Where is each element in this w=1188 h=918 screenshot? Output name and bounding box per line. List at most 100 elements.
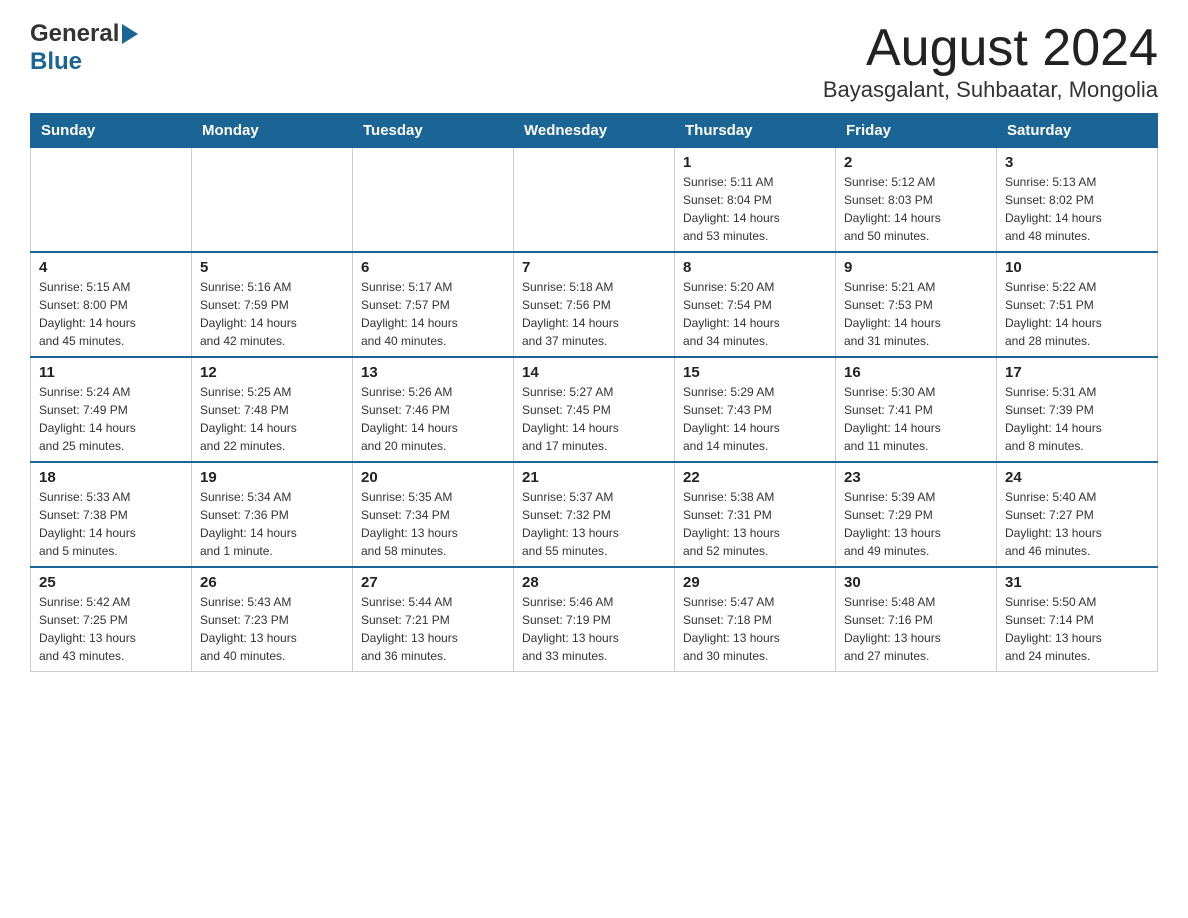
calendar-day-cell: 16 Sunrise: 5:30 AMSunset: 7:41 PMDayligh…	[836, 357, 997, 462]
weekday-header-thursday: Thursday	[675, 114, 836, 148]
day-number: 13	[361, 364, 505, 381]
calendar-day-cell: 1Sunrise: 5:11 AMSunset: 8:04 PMDaylight…	[675, 148, 836, 253]
calendar-day-cell	[353, 148, 514, 253]
weekday-header-tuesday: Tuesday	[353, 114, 514, 148]
day-number: 12	[200, 364, 344, 381]
calendar-day-cell: 30Sunrise: 5:48 AMSunset: 7:16 PMDayligh…	[836, 567, 997, 672]
calendar-day-cell	[31, 148, 192, 253]
day-number: 7	[522, 259, 666, 276]
title-area: August 2024 Bayasgalant, Suhbaatar, Mong…	[823, 20, 1158, 103]
calendar-table: SundayMondayTuesdayWednesdayThursdayFrid…	[30, 113, 1158, 672]
calendar-day-cell	[192, 148, 353, 253]
day-number: 8	[683, 259, 827, 276]
calendar-day-cell: 28 Sunrise: 5:46 AMSunset: 7:19 PMDayligh…	[514, 567, 675, 672]
day-number: 14	[522, 364, 666, 381]
day-number: 29	[683, 574, 827, 591]
day-info: Sunrise: 5:35 AMSunset: 7:34 PMDaylight:…	[361, 488, 505, 560]
day-info: Sunrise: 5:30 AMSunset: 7:41 PMDaylight:…	[844, 383, 988, 455]
calendar-day-cell: 2Sunrise: 5:12 AMSunset: 8:03 PMDaylight…	[836, 148, 997, 253]
calendar-day-cell: 23 Sunrise: 5:39 AMSunset: 7:29 PMDayligh…	[836, 462, 997, 567]
day-info: Sunrise: 5:48 AMSunset: 7:16 PMDaylight:…	[844, 593, 988, 665]
calendar-day-cell: 10Sunrise: 5:22 AMSunset: 7:51 PMDayligh…	[997, 252, 1158, 357]
header: General Blue August 2024 Bayasgalant, Su…	[30, 20, 1158, 103]
day-number: 26	[200, 574, 344, 591]
month-title: August 2024	[823, 20, 1158, 77]
calendar-day-cell: 25 Sunrise: 5:42 AMSunset: 7:25 PMDayligh…	[31, 567, 192, 672]
day-info: Sunrise: 5:21 AMSunset: 7:53 PMDaylight:…	[844, 278, 988, 350]
day-info: Sunrise: 5:47 AMSunset: 7:18 PMDaylight:…	[683, 593, 827, 665]
day-number: 16	[844, 364, 988, 381]
day-info: Sunrise: 5:22 AMSunset: 7:51 PMDaylight:…	[1005, 278, 1149, 350]
calendar-day-cell: 6Sunrise: 5:17 AMSunset: 7:57 PMDaylight…	[353, 252, 514, 357]
calendar-day-cell: 13Sunrise: 5:26 AMSunset: 7:46 PMDayligh…	[353, 357, 514, 462]
calendar-day-cell: 27 Sunrise: 5:44 AMSunset: 7:21 PMDayligh…	[353, 567, 514, 672]
day-info: Sunrise: 5:37 AMSunset: 7:32 PMDaylight:…	[522, 488, 666, 560]
logo-blue-text: Blue	[30, 48, 82, 76]
calendar-day-cell: 19 Sunrise: 5:34 AMSunset: 7:36 PMDayligh…	[192, 462, 353, 567]
day-number: 24	[1005, 469, 1149, 486]
calendar-week-row: 11 Sunrise: 5:24 AMSunset: 7:49 PMDayligh…	[31, 357, 1158, 462]
day-info: Sunrise: 5:18 AMSunset: 7:56 PMDaylight:…	[522, 278, 666, 350]
day-number: 2	[844, 154, 988, 171]
calendar-day-cell: 14 Sunrise: 5:27 AMSunset: 7:45 PMDayligh…	[514, 357, 675, 462]
day-number: 18	[39, 469, 183, 486]
day-number: 20	[361, 469, 505, 486]
day-number: 22	[683, 469, 827, 486]
logo-arrow-icon	[122, 24, 138, 44]
day-info: Sunrise: 5:16 AMSunset: 7:59 PMDaylight:…	[200, 278, 344, 350]
calendar-day-cell: 21 Sunrise: 5:37 AMSunset: 7:32 PMDayligh…	[514, 462, 675, 567]
day-number: 19	[200, 469, 344, 486]
calendar-day-cell: 11 Sunrise: 5:24 AMSunset: 7:49 PMDayligh…	[31, 357, 192, 462]
location-title: Bayasgalant, Suhbaatar, Mongolia	[823, 77, 1158, 103]
calendar-day-cell: 12 Sunrise: 5:25 AMSunset: 7:48 PMDayligh…	[192, 357, 353, 462]
calendar-day-cell: 31 Sunrise: 5:50 AMSunset: 7:14 PMDayligh…	[997, 567, 1158, 672]
calendar-day-cell: 29 Sunrise: 5:47 AMSunset: 7:18 PMDayligh…	[675, 567, 836, 672]
weekday-header-friday: Friday	[836, 114, 997, 148]
day-number: 15	[683, 364, 827, 381]
calendar-day-cell: 15 Sunrise: 5:29 AMSunset: 7:43 PMDayligh…	[675, 357, 836, 462]
day-info: Sunrise: 5:27 AMSunset: 7:45 PMDaylight:…	[522, 383, 666, 455]
day-number: 31	[1005, 574, 1149, 591]
day-info: Sunrise: 5:17 AMSunset: 7:57 PMDaylight:…	[361, 278, 505, 350]
day-number: 4	[39, 259, 183, 276]
day-number: 9	[844, 259, 988, 276]
weekday-header-saturday: Saturday	[997, 114, 1158, 148]
day-info: Sunrise: 5:39 AMSunset: 7:29 PMDaylight:…	[844, 488, 988, 560]
weekday-header-monday: Monday	[192, 114, 353, 148]
calendar-day-cell: 22Sunrise: 5:38 AMSunset: 7:31 PMDayligh…	[675, 462, 836, 567]
day-info: Sunrise: 5:33 AMSunset: 7:38 PMDaylight:…	[39, 488, 183, 560]
calendar-week-row: 25 Sunrise: 5:42 AMSunset: 7:25 PMDayligh…	[31, 567, 1158, 672]
weekday-header-sunday: Sunday	[31, 114, 192, 148]
day-info: Sunrise: 5:34 AMSunset: 7:36 PMDaylight:…	[200, 488, 344, 560]
day-number: 11	[39, 364, 183, 381]
calendar-week-row: 4 Sunrise: 5:15 AMSunset: 8:00 PMDaylight…	[31, 252, 1158, 357]
day-number: 27	[361, 574, 505, 591]
day-number: 25	[39, 574, 183, 591]
day-info: Sunrise: 5:46 AMSunset: 7:19 PMDaylight:…	[522, 593, 666, 665]
day-info: Sunrise: 5:20 AMSunset: 7:54 PMDaylight:…	[683, 278, 827, 350]
day-number: 21	[522, 469, 666, 486]
calendar-day-cell: 4 Sunrise: 5:15 AMSunset: 8:00 PMDaylight…	[31, 252, 192, 357]
calendar-day-cell: 8 Sunrise: 5:20 AMSunset: 7:54 PMDaylight…	[675, 252, 836, 357]
calendar-day-cell	[514, 148, 675, 253]
day-info: Sunrise: 5:31 AMSunset: 7:39 PMDaylight:…	[1005, 383, 1149, 455]
day-info: Sunrise: 5:15 AMSunset: 8:00 PMDaylight:…	[39, 278, 183, 350]
calendar-week-row: 1Sunrise: 5:11 AMSunset: 8:04 PMDaylight…	[31, 148, 1158, 253]
weekday-header-wednesday: Wednesday	[514, 114, 675, 148]
day-info: Sunrise: 5:43 AMSunset: 7:23 PMDaylight:…	[200, 593, 344, 665]
day-info: Sunrise: 5:42 AMSunset: 7:25 PMDaylight:…	[39, 593, 183, 665]
calendar-day-cell: 18 Sunrise: 5:33 AMSunset: 7:38 PMDayligh…	[31, 462, 192, 567]
day-info: Sunrise: 5:44 AMSunset: 7:21 PMDaylight:…	[361, 593, 505, 665]
calendar-day-cell: 3 Sunrise: 5:13 AMSunset: 8:02 PMDaylight…	[997, 148, 1158, 253]
day-info: Sunrise: 5:29 AMSunset: 7:43 PMDaylight:…	[683, 383, 827, 455]
day-info: Sunrise: 5:13 AMSunset: 8:02 PMDaylight:…	[1005, 173, 1149, 245]
logo-general-text: General	[30, 20, 119, 48]
calendar-day-cell: 7 Sunrise: 5:18 AMSunset: 7:56 PMDaylight…	[514, 252, 675, 357]
day-number: 17	[1005, 364, 1149, 381]
day-number: 28	[522, 574, 666, 591]
day-info: Sunrise: 5:50 AMSunset: 7:14 PMDaylight:…	[1005, 593, 1149, 665]
day-number: 3	[1005, 154, 1149, 171]
day-info: Sunrise: 5:25 AMSunset: 7:48 PMDaylight:…	[200, 383, 344, 455]
day-number: 23	[844, 469, 988, 486]
day-info: Sunrise: 5:24 AMSunset: 7:49 PMDaylight:…	[39, 383, 183, 455]
